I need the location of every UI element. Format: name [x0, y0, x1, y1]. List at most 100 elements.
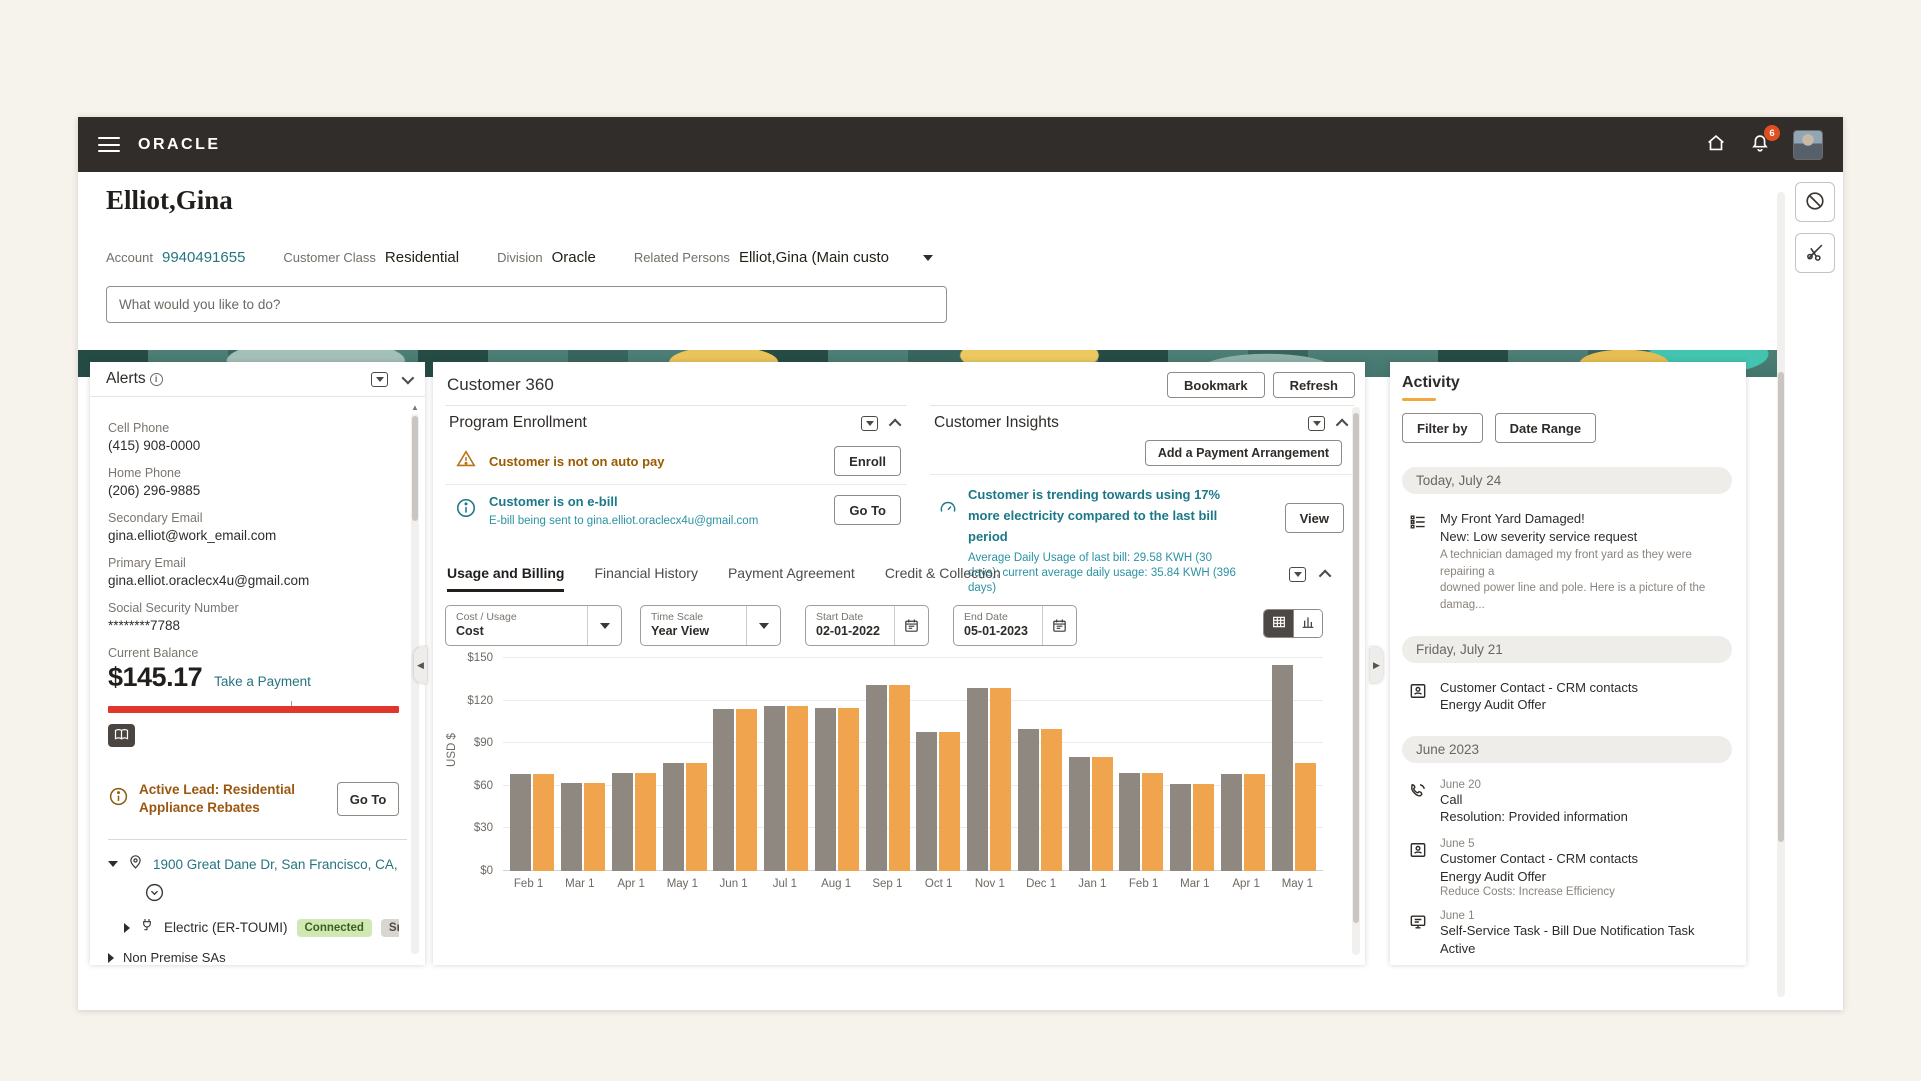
bar-series-1: [510, 774, 531, 871]
end-date-field[interactable]: End Date 05-01-2023: [953, 605, 1077, 646]
alerts-scrollbar[interactable]: ▲: [411, 414, 419, 954]
menu-icon[interactable]: [98, 137, 120, 152]
take-a-payment-link[interactable]: Take a Payment: [214, 674, 311, 689]
lead-goto-button[interactable]: Go To: [337, 782, 399, 816]
time-scale-select[interactable]: Time Scale Year View: [640, 605, 781, 646]
tab-usage-and-billing[interactable]: Usage and Billing: [447, 565, 564, 592]
expand-caret-icon[interactable]: [108, 861, 118, 867]
activity-entry-contact[interactable]: Customer Contact - CRM contacts Energy A…: [1402, 675, 1732, 722]
chevron-down-icon[interactable]: [746, 606, 780, 645]
bookmark-button[interactable]: Bookmark: [1167, 372, 1265, 398]
add-payment-arrangement-button[interactable]: Add a Payment Arrangement: [1145, 440, 1342, 466]
customer-360-panel: Customer 360 Bookmark Refresh Program En…: [433, 362, 1365, 965]
bar-series-2: [584, 783, 605, 871]
expand-right-panel-handle[interactable]: ▶: [1370, 647, 1383, 683]
field-value: (415) 908-0000: [108, 438, 399, 453]
block-button[interactable]: [1795, 182, 1835, 222]
bar-group: [764, 658, 808, 871]
y-tick-label: $120: [467, 695, 493, 707]
info-circle-icon: [108, 786, 129, 812]
tab-credit-collection[interactable]: Credit & Collection: [885, 565, 1001, 592]
home-button[interactable]: [1705, 132, 1727, 157]
cut-off-button[interactable]: [1795, 233, 1835, 273]
x-tick-label: Nov 1: [964, 878, 1015, 890]
bar-series-1: [663, 763, 684, 871]
date-label: Start Date: [816, 611, 880, 623]
x-tick-label: Mar 1: [554, 878, 605, 890]
home-icon: [1705, 132, 1727, 157]
activity-entry-self-service-task[interactable]: June 1 Self-Service Task - Bill Due Noti…: [1402, 906, 1732, 965]
bar-group: [612, 658, 656, 871]
usage-billing-chart: USD $ $0$30$60$90$120$150 Feb 1Mar 1Apr …: [441, 658, 1346, 938]
chevron-down-icon[interactable]: [587, 606, 621, 645]
premise-address-link[interactable]: 1900 Great Dane Dr, San Francisco, CA, 9…: [153, 857, 399, 872]
app-scrollbar[interactable]: [1777, 192, 1785, 997]
ledger-button[interactable]: [108, 724, 135, 747]
date-value: 02-01-2022: [816, 624, 880, 638]
panel-options-icon[interactable]: [1308, 416, 1325, 431]
panel-options-icon[interactable]: [861, 416, 878, 431]
home-phone-field: Home Phone (206) 296-9885: [108, 466, 399, 498]
tab-payment-agreement[interactable]: Payment Agreement: [728, 565, 855, 592]
refresh-button[interactable]: Refresh: [1273, 372, 1355, 398]
insight-subtext: Average Daily Usage of last bill: 29.58 …: [968, 551, 1238, 596]
non-premise-label: Non Premise SAs: [123, 950, 226, 965]
tab-financial-history[interactable]: Financial History: [594, 565, 697, 592]
bar-series-1: [1170, 784, 1191, 871]
customer-class-label: Customer Class: [283, 250, 375, 265]
table-view-toggle[interactable]: [1264, 610, 1293, 637]
chevron-up-icon[interactable]: [1336, 418, 1349, 431]
calendar-icon[interactable]: [1042, 606, 1076, 645]
panel-options-icon[interactable]: [1289, 567, 1306, 582]
premise-actions-icon[interactable]: [144, 882, 399, 908]
avatar[interactable]: [1793, 130, 1823, 160]
chart-y-axis: $0$30$60$90$120$150: [453, 658, 493, 871]
bar-series-2: [939, 732, 960, 871]
chart-view-toggle[interactable]: [1293, 610, 1322, 637]
activity-entry-service-request[interactable]: My Front Yard Damaged! New: Low severity…: [1402, 506, 1732, 622]
program-enrollment-card: Program Enrollment Customer is not on au…: [445, 405, 907, 557]
ebill-subtext: E-bill being sent to gina.elliot.oraclec…: [489, 515, 758, 527]
related-persons-dropdown-icon[interactable]: [923, 255, 933, 261]
collapse-left-panel-handle[interactable]: ◀: [414, 647, 427, 683]
expand-caret-icon[interactable]: [108, 953, 114, 963]
activity-entry-contact[interactable]: June 5 Customer Contact - CRM contacts E…: [1402, 834, 1732, 906]
expand-caret-icon[interactable]: [124, 923, 130, 933]
customer-360-title: Customer 360: [447, 375, 554, 395]
account-number-link[interactable]: 9940491655: [162, 249, 245, 266]
program-enrollment-title: Program Enrollment: [449, 414, 587, 432]
scrollbar-thumb[interactable]: [412, 416, 418, 521]
bar-group: [510, 658, 554, 871]
activity-entry-call[interactable]: June 20 Call Resolution: Provided inform…: [1402, 775, 1732, 834]
bar-series-2: [1295, 763, 1316, 871]
bar-series-2: [533, 774, 554, 871]
scroll-up-icon[interactable]: ▲: [411, 403, 419, 412]
select-value: Year View: [651, 624, 709, 638]
calendar-icon[interactable]: [894, 606, 928, 645]
chevron-up-icon[interactable]: [1319, 570, 1332, 583]
entry-date: June 1: [1440, 910, 1695, 922]
action-search-input[interactable]: [106, 286, 947, 323]
chevron-down-icon[interactable]: [402, 371, 415, 384]
date-range-button[interactable]: Date Range: [1495, 413, 1597, 443]
x-tick-label: Mar 1: [1169, 878, 1220, 890]
contact-card-icon: [1408, 681, 1428, 714]
customer-360-scrollbar[interactable]: [1352, 407, 1360, 955]
x-tick-label: Feb 1: [1118, 878, 1169, 890]
x-tick-label: Jan 1: [1067, 878, 1118, 890]
entry-description: A technician damaged my front yard as th…: [1440, 547, 1730, 614]
view-insight-button[interactable]: View: [1285, 503, 1344, 533]
start-date-field[interactable]: Start Date 02-01-2022: [805, 605, 929, 646]
notifications-button[interactable]: 6: [1749, 132, 1771, 157]
filter-by-button[interactable]: Filter by: [1402, 413, 1483, 443]
bar-series-1: [1069, 757, 1090, 871]
enroll-button[interactable]: Enroll: [834, 446, 901, 476]
scrollbar-thumb[interactable]: [1778, 372, 1784, 842]
panel-options-icon[interactable]: [371, 372, 388, 387]
chevron-up-icon[interactable]: [889, 418, 902, 431]
related-persons-label: Related Persons: [634, 250, 730, 265]
service-name: Electric (ER-TOUMI): [164, 920, 288, 935]
scrollbar-thumb[interactable]: [1353, 413, 1359, 923]
ebill-goto-button[interactable]: Go To: [834, 495, 901, 525]
cost-usage-select[interactable]: Cost / Usage Cost: [445, 605, 622, 646]
